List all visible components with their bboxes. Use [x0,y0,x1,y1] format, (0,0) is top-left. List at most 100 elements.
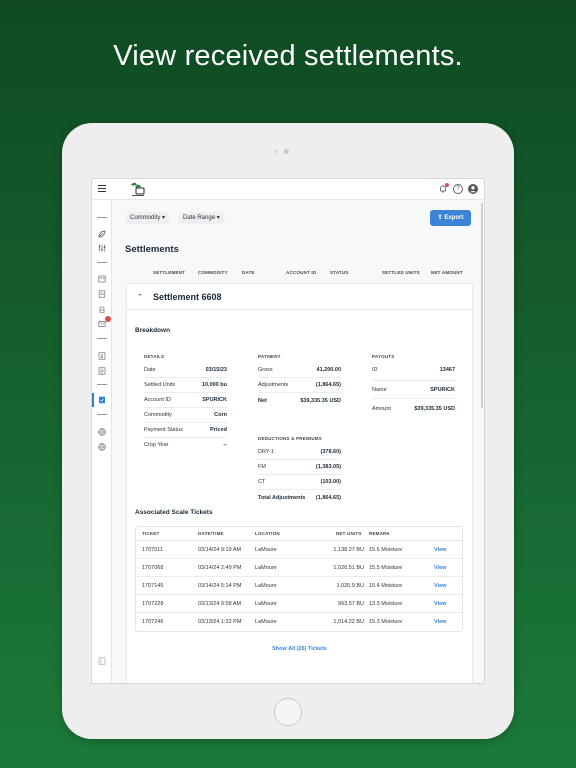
detail-value: Corn [214,412,227,418]
deduction-value: (103.00) [320,479,342,485]
column-header-settlement[interactable]: SETTLEMENT [153,270,185,275]
user-icon[interactable] [468,184,478,194]
table-row[interactable]: 1707011 03/14/24 9:19 AM LaMoure 1,138.27 B… [136,541,462,559]
menu-icon[interactable] [98,185,106,192]
bell-icon[interactable] [438,183,449,194]
tickets-table-header: TICKET DATE/TIME LOCATION NET UNITS REMA… [136,527,462,541]
contract-icon[interactable] [98,367,106,375]
details-title: DETAILS [144,354,165,359]
ticket-datetime: 03/14/24 9:19 AM [198,547,242,553]
commodity-filter[interactable]: Commodity ▾ [125,212,171,224]
tickets-header-datetime[interactable]: DATE/TIME [198,531,224,536]
dollar-icon[interactable]: $ [98,352,106,360]
table-row[interactable]: 1707246 03/13/24 1:32 PM LaMoure 1,014.22 B… [136,613,462,631]
table-row[interactable]: 1707145 03/14/24 5:14 PM LaMoure 1,020.9 BU… [136,577,462,595]
payment-row-gross: Gross 41,200.00 [258,363,341,378]
view-link[interactable]: View [434,547,446,553]
tickets-header-remark[interactable]: REMARK [369,531,390,536]
payout-label: ID [372,367,378,373]
sliders-icon[interactable] [98,244,106,252]
collapse-sidebar-icon[interactable] [98,656,106,665]
globe-icon[interactable] [98,428,106,436]
ticket-net-units: 1,014.22 BU [333,619,364,625]
chevron-up-icon[interactable]: ⌃ [137,293,143,301]
ticket-datetime: 03/13/24 9:58 AM [198,601,242,607]
payment-value: 41,200.00 [316,367,341,373]
column-header-commodity[interactable]: COMMODITY [198,270,228,275]
notification-dot [445,183,449,187]
help-icon[interactable]: ? [453,184,463,194]
detail-label: Commodity [144,412,172,418]
ticket-number: 1707011 [142,547,164,553]
detail-row-payment-status: Payment Status Priced [144,423,227,438]
view-link[interactable]: View [434,601,446,607]
ticket-net-units: 1,020.51 BU [333,565,364,571]
ticket-remark: 15.4 Moisture [369,583,403,589]
sidebar-divider [97,414,107,415]
export-button[interactable]: ⇪ Export [430,210,471,226]
date-range-filter[interactable]: Date Range ▾ [178,212,225,224]
show-all-tickets-link[interactable]: Show All (26) Tickets [127,646,472,652]
inbox-icon[interactable] [98,320,106,328]
deduction-value: (378.60) [320,449,342,455]
payout-row-amount: Amount $39,335.35 USD [372,400,455,418]
ticket-remark: 13.3 Moisture [369,601,403,607]
detail-label: Account ID [144,397,171,403]
detail-value: 10,000 bu [201,382,227,388]
detail-value: -- [223,442,227,448]
payment-label: Net [258,398,267,404]
document-icon[interactable] [98,290,106,298]
breakdown-title: Breakdown [135,327,171,334]
detail-row-settled-units: Settled Units 10,000 bu [144,378,227,393]
column-header-status[interactable]: STATUS [330,270,349,275]
column-header-settled-units[interactable]: SETTLED UNITS [382,270,420,275]
payout-row-name: Name SPURICK [372,381,455,399]
deductions-title: DEDUCTIONS & PREMIUMS [258,436,322,441]
column-header-account-id[interactable]: ACCOUNT ID [286,270,316,275]
payout-value: 13467 [439,367,455,373]
view-link[interactable]: View [434,565,446,571]
ticket-datetime: 03/13/24 1:32 PM [198,619,242,625]
detail-label: Settled Units [144,382,176,388]
app-screen: ? $ Commodity ▾ Date Range ▾ ⇪ Export Se… [91,178,485,684]
detail-value: Priced [210,427,227,433]
ticket-number: 1707068 [142,565,164,571]
sidebar-divider [97,338,107,339]
share-icon: ⇪ [437,215,443,221]
chevron-down-icon: ▾ [162,215,166,221]
settlements-icon[interactable] [98,396,106,404]
sidebar-active-indicator [92,393,94,407]
storage-icon[interactable] [98,275,106,283]
table-row[interactable]: 1707068 03/14/24 2:49 PM LaMoure 1,020.51 B… [136,559,462,577]
home-button[interactable] [274,698,302,726]
top-bar: ? [92,179,484,200]
payment-title: PAYMENT [258,354,281,359]
globe-icon-2[interactable] [98,443,106,451]
camera-sensor [274,150,277,153]
column-header-net-amount[interactable]: NET AMOUNT [431,270,463,275]
payouts-title: PAYOUTS [372,354,395,359]
tickets-header-location[interactable]: LOCATION [255,531,280,536]
deduction-label: CT [258,479,266,485]
sidebar-divider [97,384,107,385]
deduction-value: (1,864.65) [315,495,341,501]
payment-row-adjustments: Adjustments (1,864.65) [258,378,341,393]
ticket-number: 1707145 [142,583,164,589]
detail-row-account-id: Account ID SPURICK [144,393,227,408]
leaf-icon[interactable] [98,230,106,238]
payment-row-net: Net $39,335.35 USD [258,394,341,409]
ticket-remark: 15.6 Moisture [369,547,403,553]
tickets-header-ticket[interactable]: TICKET [142,531,159,536]
silo-icon[interactable] [98,305,106,313]
settlement-card-header[interactable]: ⌃ Settlement 6608 [127,284,472,310]
ticket-number: 1707228 [142,601,164,607]
tickets-header-net-units[interactable]: NET UNITS [336,531,362,536]
detail-row-crop-year: Crop Year -- [144,438,227,453]
view-link[interactable]: View [434,619,446,625]
column-header-date[interactable]: DATE [242,270,255,275]
ticket-location: LaMoure [255,547,277,553]
table-row[interactable]: 1707228 03/13/24 9:58 AM LaMoure 993.57 BU 1… [136,595,462,613]
view-link[interactable]: View [434,583,446,589]
scrollbar[interactable] [481,203,483,408]
detail-row-date: Date 03/15/23 [144,363,227,378]
